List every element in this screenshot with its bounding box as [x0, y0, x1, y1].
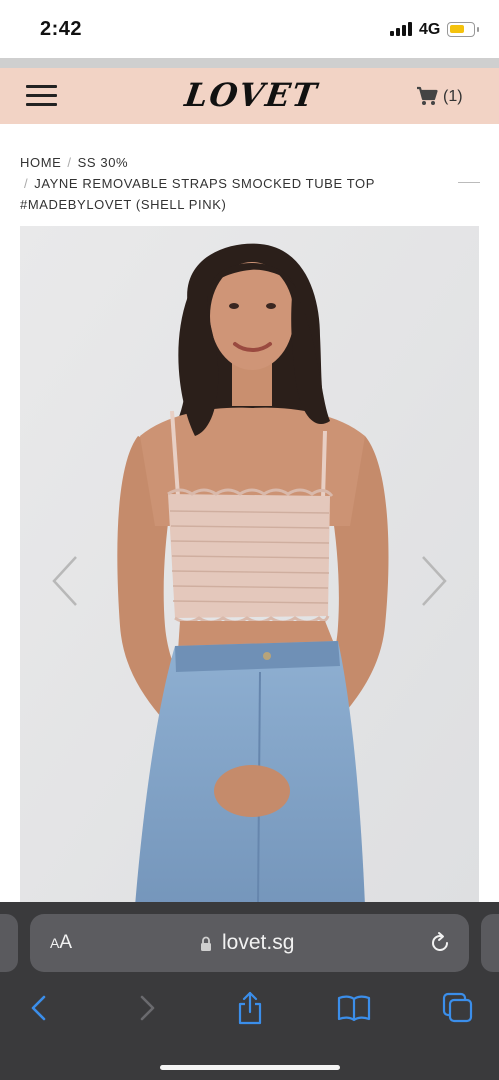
- shopping-cart-icon: [417, 86, 438, 105]
- text-size-small-label: A: [50, 935, 60, 951]
- breadcrumb-separator: /: [24, 176, 29, 191]
- forward-button[interactable]: [128, 990, 164, 1026]
- breadcrumb-separator: /: [67, 155, 72, 170]
- network-type: 4G: [419, 21, 441, 38]
- battery-level: [450, 25, 464, 33]
- bookmarks-icon: [337, 995, 371, 1022]
- gallery-prev-button[interactable]: [46, 551, 86, 611]
- status-bar: 2:42 4G: [0, 0, 499, 58]
- browser-bottom-bar: AA lovet.sg: [0, 902, 499, 1080]
- divider: [458, 182, 480, 183]
- share-button[interactable]: [232, 990, 268, 1026]
- product-image-gallery[interactable]: [20, 226, 479, 906]
- site-header: LOVET (1): [0, 68, 499, 124]
- share-icon: [238, 991, 262, 1025]
- chevron-right-icon: [422, 556, 447, 606]
- bookmarks-button[interactable]: [336, 990, 372, 1026]
- tabs-button[interactable]: [440, 990, 476, 1026]
- site-logo[interactable]: LOVET: [182, 76, 320, 116]
- next-tab-preview[interactable]: [481, 914, 499, 972]
- back-icon: [31, 995, 46, 1021]
- text-size-button[interactable]: AA: [50, 932, 72, 954]
- breadcrumb-current-product: JAYNE REMOVABLE STRAPS SMOCKED TUBE TOP …: [20, 176, 375, 212]
- lock-icon: [201, 936, 211, 951]
- battery-icon: [447, 22, 475, 37]
- previous-tab-preview[interactable]: [0, 914, 18, 972]
- battery-cap: [477, 27, 479, 32]
- text-size-large-label: A: [59, 932, 73, 953]
- breadcrumb-home-link[interactable]: HOME: [20, 155, 61, 170]
- url-text: lovet.sg: [222, 931, 295, 954]
- address-bar[interactable]: AA lovet.sg: [30, 914, 469, 972]
- status-time: 2:42: [40, 18, 83, 40]
- breadcrumb-category-link[interactable]: SS 30%: [78, 155, 129, 170]
- signal-strength-icon: [390, 22, 412, 36]
- chevron-left-icon: [52, 556, 77, 606]
- cart-count: (1): [443, 88, 463, 105]
- breadcrumb: HOME / SS 30% / JAYNE REMOVABLE STRAPS SMOC…: [20, 152, 460, 215]
- product-photo: [20, 226, 479, 906]
- reload-icon[interactable]: [428, 931, 452, 955]
- gallery-next-button[interactable]: [413, 551, 453, 611]
- forward-icon: [140, 995, 155, 1021]
- hamburger-menu-icon[interactable]: [26, 85, 57, 107]
- back-button[interactable]: [22, 990, 58, 1026]
- page-top-strip: [0, 58, 499, 68]
- home-indicator: [160, 1065, 340, 1070]
- tabs-icon: [442, 992, 473, 1023]
